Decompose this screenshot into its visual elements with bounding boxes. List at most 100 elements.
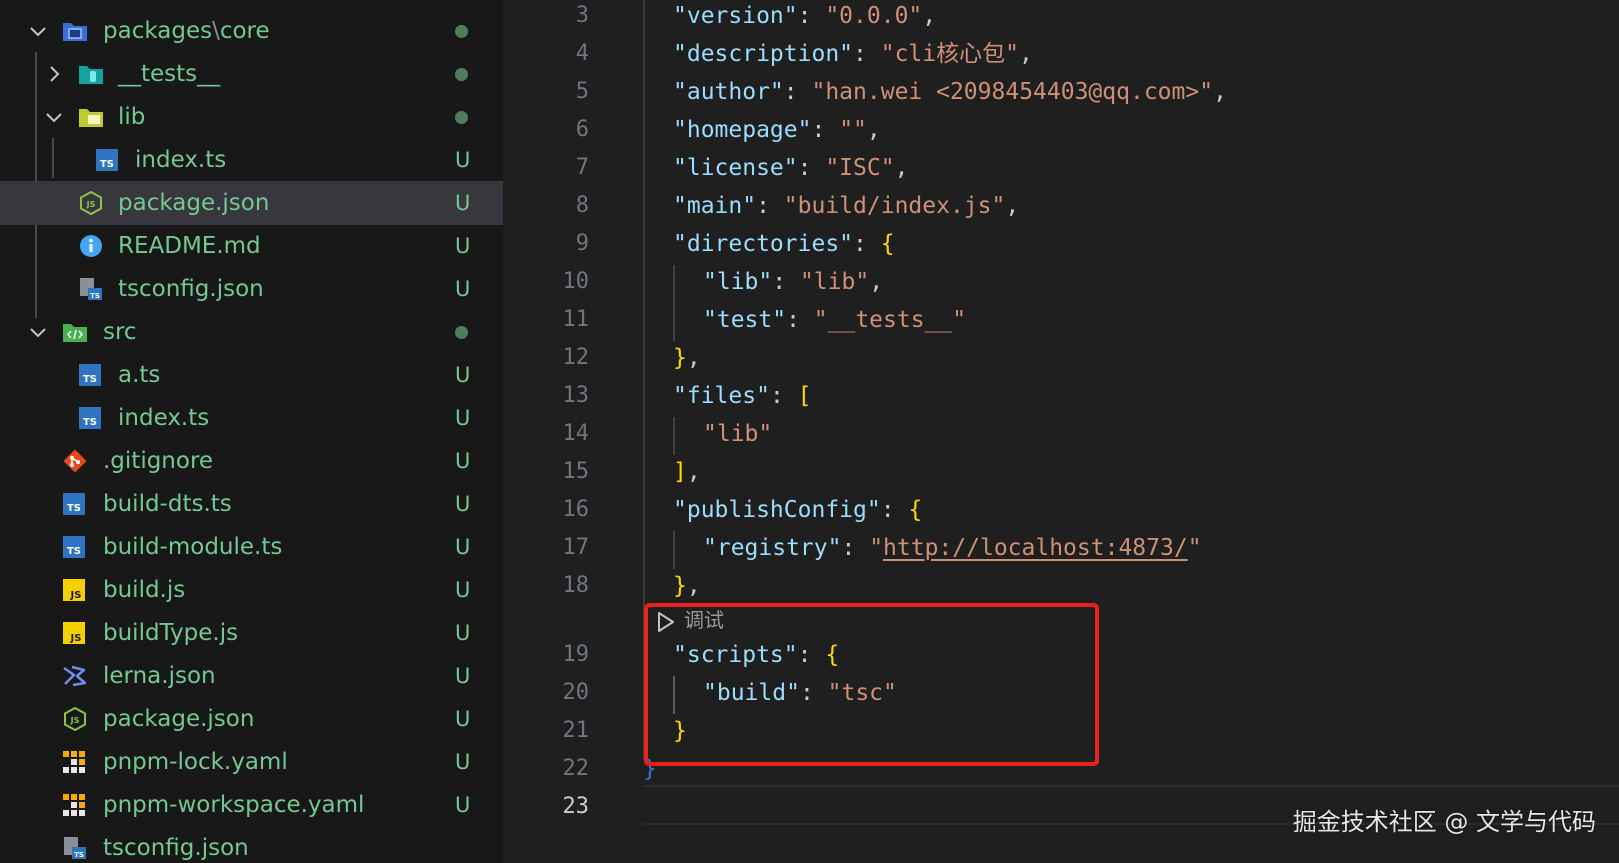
tree-label: tsconfig.json [118,276,264,302]
tree-file-buildtype-js[interactable]: JS buildType.js U [0,611,503,655]
svg-text:TS: TS [74,851,84,859]
tree-label: src [103,319,137,345]
tree-label: index.ts [118,405,210,431]
line-number: 18 [562,573,590,598]
typescript-file-icon: TS [79,364,101,386]
tree-file-core-tsconfig[interactable]: TS tsconfig.json U [0,267,503,311]
line-number: 22 [562,756,590,781]
git-status-untracked: U [455,492,471,516]
package-json-icon: JS [64,707,86,731]
line-number: 16 [562,497,590,522]
tree-file-core-package-json[interactable]: JS package.json U [0,181,503,225]
tsconfig-icon: TS [64,837,86,859]
code-line: "publishConfig": { [673,497,923,523]
code-line: "lib": "lib", [703,269,884,295]
tree-label: package.json [103,706,255,732]
tree-file-pnpm-lock[interactable]: pnpm-lock.yaml U [0,740,503,784]
tree-file-src-a-ts[interactable]: TS a.ts U [0,353,503,397]
folder-src-icon [63,324,87,342]
tree-folder-lib[interactable]: lib [0,95,503,139]
readme-info-icon [80,235,102,257]
line-number: 6 [575,117,589,142]
git-modified-dot [455,111,468,124]
tree-label: pnpm-workspace.yaml [103,792,365,818]
git-status-untracked: U [455,191,471,215]
git-status-untracked: U [455,621,471,645]
typescript-file-icon: TS [79,407,101,429]
code-editor[interactable]: 3 4 5 6 7 8 9 10 11 12 13 14 15 16 17 18… [503,0,1619,863]
tree-file-build-js[interactable]: JS build.js U [0,568,503,612]
tree-label: build.js [103,577,186,603]
git-modified-dot [455,25,468,38]
indent-guide [673,417,675,455]
tree-folder-tests[interactable]: __tests__ [0,52,503,96]
git-status-untracked: U [455,406,471,430]
svg-text:TS: TS [67,503,81,514]
pnpm-icon [63,794,85,816]
line-number: 17 [562,535,590,560]
chevron-right-icon[interactable] [43,63,65,85]
code-line: "description": "cli核心包", [673,41,1033,67]
annotation-highlight-box [644,603,1099,766]
tree-label: build-module.ts [103,534,283,560]
svg-text:TS: TS [67,546,81,557]
tree-file-build-module[interactable]: TS build-module.ts U [0,525,503,569]
tree-folder-src[interactable]: src [0,310,503,354]
code-line: "homepage": "", [673,117,881,143]
tree-file-package-json[interactable]: JS package.json U [0,697,503,741]
tree-label: tsconfig.json [103,835,249,861]
chevron-down-icon[interactable] [27,321,49,343]
line-number: 11 [562,307,590,332]
tree-label: pnpm-lock.yaml [103,749,288,775]
git-status-untracked: U [455,234,471,258]
tree-label: buildType.js [103,620,239,646]
tree-label: lib [118,104,146,130]
tree-file-src-index-ts[interactable]: TS index.ts U [0,396,503,440]
tree-file-tsconfig[interactable]: TS tsconfig.json [0,826,503,863]
typescript-file-icon: TS [63,536,85,558]
line-number: 8 [575,193,589,218]
code-line: }, [673,573,701,599]
svg-text:TS: TS [83,374,97,385]
code-line: "test": "__tests__" [703,307,967,333]
tree-file-pnpm-workspace[interactable]: pnpm-workspace.yaml U [0,783,503,827]
line-number: 13 [562,383,590,408]
code-line: ], [673,459,701,485]
code-line: "version": "0.0.0", [673,3,937,29]
tree-label: lerna.json [103,663,216,689]
chevron-down-icon[interactable] [27,20,49,42]
tsconfig-icon: TS [80,278,102,300]
indent-guide [673,265,675,341]
folder-tests-icon [79,66,103,84]
line-number: 7 [575,155,589,180]
tree-folder-packages-core[interactable]: packages\core [0,9,503,53]
git-status-untracked: U [455,664,471,688]
tree-label: __tests__ [118,61,221,87]
registry-url-link[interactable]: http://localhost:4873/ [883,535,1188,561]
svg-text:TS: TS [90,292,100,300]
tree-label: package.json [118,190,270,216]
tree-label: .gitignore [103,448,214,474]
tree-file-build-dts[interactable]: TS build-dts.ts U [0,482,503,526]
tree-file-lerna-json[interactable]: lerna.json U [0,654,503,698]
tree-label: a.ts [118,362,161,388]
watermark-text: 掘金技术社区 @ 文学与代码 [1292,808,1596,836]
line-number: 9 [575,231,589,256]
git-status-untracked: U [455,578,471,602]
tree-file-readme[interactable]: README.md U [0,224,503,268]
tree-file-lib-index-ts[interactable]: TS index.ts U [0,138,503,182]
svg-text:JS: JS [70,633,82,644]
git-status-untracked: U [455,449,471,473]
lerna-icon [63,665,87,687]
package-json-icon: JS [80,191,102,215]
git-status-untracked: U [455,750,471,774]
code-line: "main": "build/index.js", [673,193,1020,219]
javascript-file-icon: JS [63,579,85,601]
line-number: 15 [562,459,590,484]
folder-lib-icon [79,109,103,127]
indent-guide [673,531,675,569]
tree-file-gitignore[interactable]: .gitignore U [0,439,503,483]
line-number: 3 [575,3,589,28]
line-number: 12 [562,345,590,370]
chevron-down-icon[interactable] [43,106,65,128]
